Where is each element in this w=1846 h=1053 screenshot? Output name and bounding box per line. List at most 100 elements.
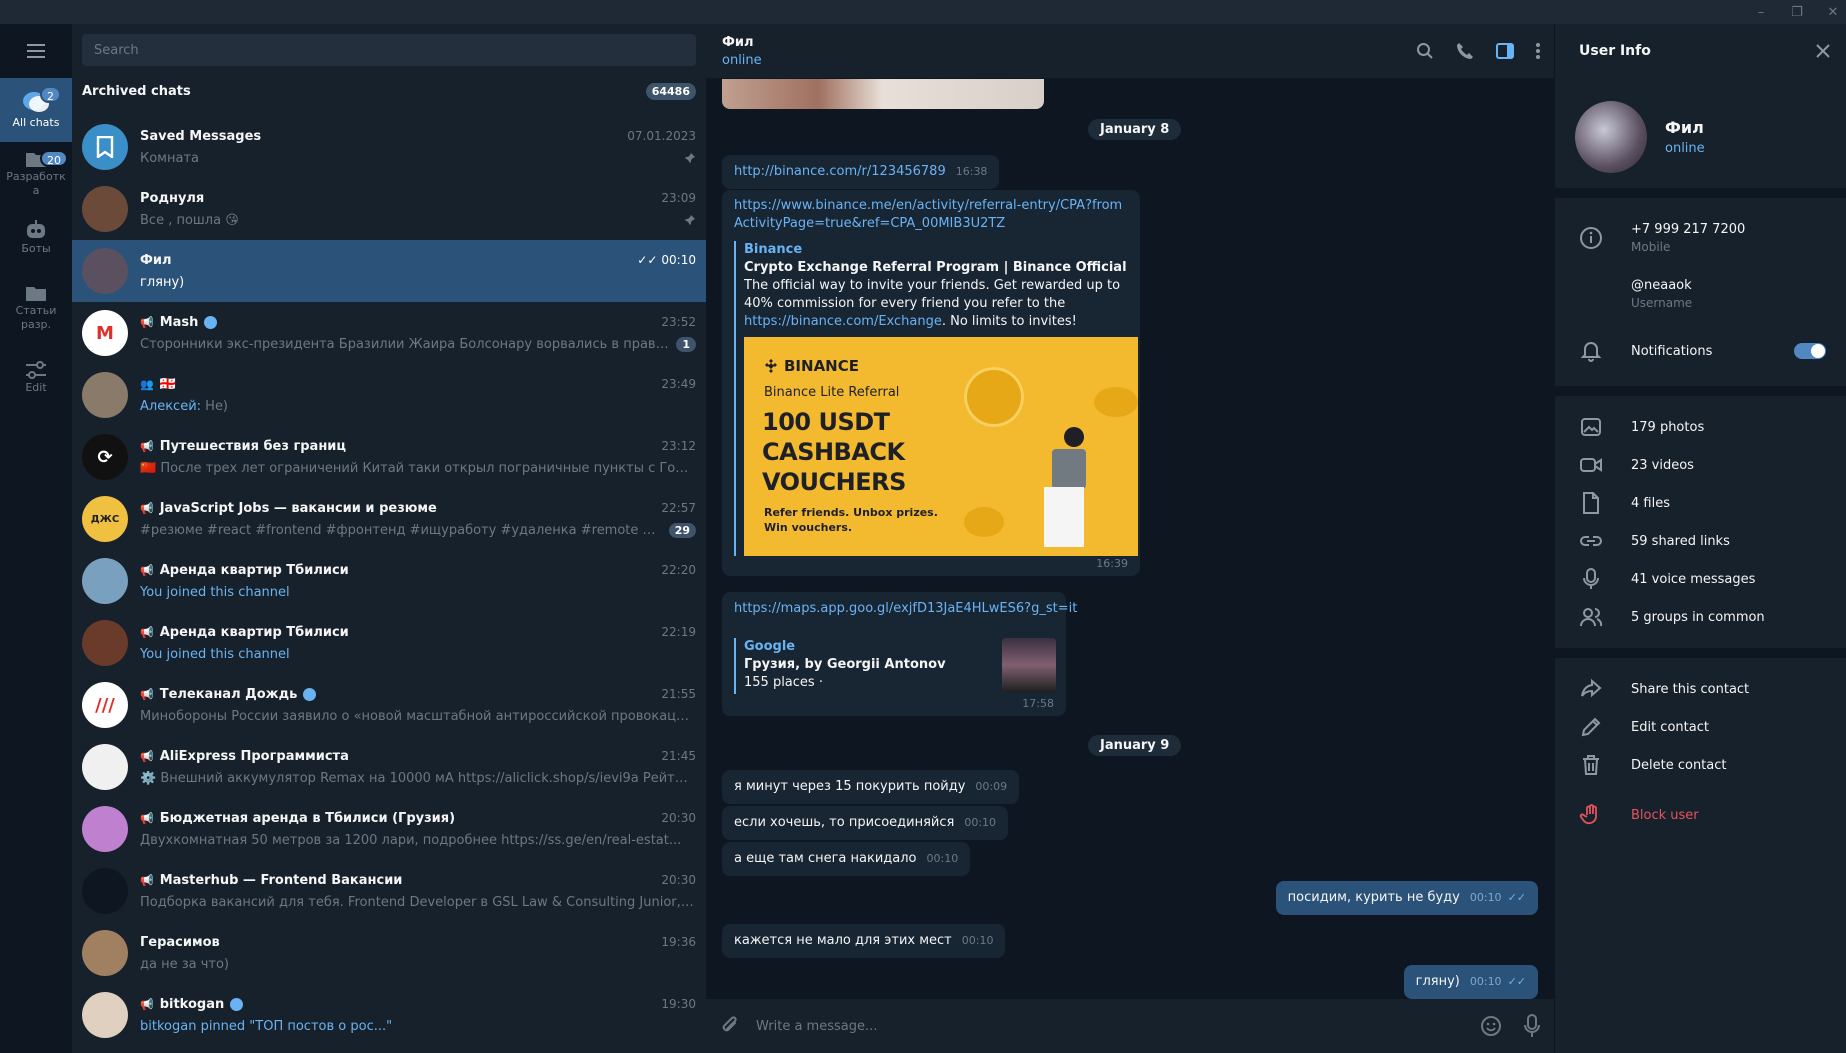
chat-row-text: 📢 Аренда квартир Тбилиси 22:19 You joined t… xyxy=(140,621,696,665)
chat-row[interactable]: ⟳ 📢 Путешествия без границ 23:12 🇨🇳 После тр… xyxy=(72,426,706,488)
emoji-icon[interactable] xyxy=(1480,1015,1502,1037)
message-text: а еще там снега накидало xyxy=(734,851,917,866)
photo-message-tail[interactable] xyxy=(722,79,1044,109)
message-bubble[interactable]: я минут через 15 покурить пойду 00:09 xyxy=(722,770,1020,804)
contact-action-row-label: Edit contact xyxy=(1631,719,1709,735)
chat-row[interactable]: 📢 Masterhub — Frontend Вакансии 20:30 Подбо… xyxy=(72,860,706,922)
phone-number: +7 999 217 7200 xyxy=(1631,222,1746,237)
chat-row-text: 📢 JavaScript Jobs — вакансии и резюме 22:5… xyxy=(140,497,696,541)
chat-row[interactable]: 👥 🇬🇪 23:49 Алексей: Не) xyxy=(72,364,706,426)
archived-chats-row[interactable]: Archived chats 64486 xyxy=(72,66,706,116)
chat-time: 22:19 xyxy=(661,625,696,639)
shared-media-row[interactable]: 5 groups in common xyxy=(1555,598,1846,636)
message-bubble[interactable]: а еще там снега накидало 00:10 xyxy=(722,842,971,876)
search-input[interactable] xyxy=(94,42,696,58)
minimize-button[interactable]: – xyxy=(1754,5,1768,20)
chat-row[interactable]: Фил ✓✓ 00:10 гляну) xyxy=(72,240,706,302)
close-window-button[interactable]: ✕ xyxy=(1826,5,1840,20)
chat-preview: гляну) xyxy=(140,274,185,290)
date-separator: January 8 xyxy=(1088,119,1182,140)
notifications-row[interactable]: Notifications xyxy=(1555,322,1846,380)
folder-edit[interactable]: Edit xyxy=(0,346,72,410)
folder-bots[interactable]: Боты xyxy=(0,206,72,270)
folder-badge: 20 xyxy=(40,150,68,167)
chat-row-text: 📢 Бюджетная аренда в Тбилиси (Грузия) 20:3… xyxy=(140,807,696,851)
chat-row-text: 📢 Телеканал Дождь 21:55 Минобороны России з… xyxy=(140,683,696,727)
folder-badge: 2 xyxy=(40,86,61,103)
close-icon[interactable] xyxy=(1816,44,1830,58)
sidebar-toggle-icon[interactable] xyxy=(1496,43,1514,59)
chat-preview: 🇨🇳 После трех лет ограничений Китай таки… xyxy=(140,460,696,476)
message-bubble-map-preview[interactable]: https://maps.app.goo.gl/exjfD13JaE4HLwES… xyxy=(722,592,1077,716)
folder-icon xyxy=(26,287,46,301)
video-icon xyxy=(1580,458,1602,472)
shared-media-row[interactable]: 59 shared links xyxy=(1555,522,1846,560)
contact-action-row[interactable]: Edit contact xyxy=(1555,708,1846,746)
message-bubble[interactable]: если хочешь, то присоединяйся 00:10 xyxy=(722,806,1009,840)
chat-row[interactable]: Saved Messages 07.01.2023 Комната xyxy=(72,116,706,178)
chat-row[interactable]: /// 📢 Телеканал Дождь 21:55 Минобороны Росси… xyxy=(72,674,706,736)
avatar[interactable] xyxy=(1575,101,1647,173)
chat-row[interactable]: ДЖС 📢 JavaScript Jobs — вакансии и резюме 2… xyxy=(72,488,706,550)
message-bubble-link-preview[interactable]: https://www.binance.me/en/activity/refer… xyxy=(722,190,1140,576)
shared-media-row[interactable]: 179 photos xyxy=(1555,408,1846,446)
message-bubble-outgoing[interactable]: гляну) 00:10 ✓✓ xyxy=(1403,965,1538,999)
phone-icon[interactable] xyxy=(1456,42,1474,60)
search-box[interactable] xyxy=(82,34,696,66)
shared-media-row[interactable]: 41 voice messages xyxy=(1555,560,1846,598)
chat-row[interactable]: 📢 bitkogan 19:30 bitkogan pinned "ТОП посто… xyxy=(72,984,706,1046)
folder-dev[interactable]: 20 Разработк а xyxy=(0,142,72,206)
block-user-row[interactable]: Block user xyxy=(1555,792,1846,838)
folder-all-chats[interactable]: 2 All chats xyxy=(0,78,72,142)
link-preview[interactable]: Google Грузия, by Georgii Antonov 155 pl… xyxy=(734,638,1056,694)
link-preview[interactable]: Binance Crypto Exchange Referral Program… xyxy=(734,241,1138,556)
message-link[interactable]: https://www.binance.me/en/activity/refer… xyxy=(734,197,1130,233)
verified-icon xyxy=(204,315,218,329)
notifications-toggle[interactable] xyxy=(1794,343,1826,359)
more-vertical-icon[interactable] xyxy=(1536,43,1540,59)
preview-banner[interactable]: BINANCE Binance Lite Referral 100 USDT C… xyxy=(744,337,1138,556)
mic-icon[interactable] xyxy=(1524,1014,1540,1038)
contact-action-row[interactable]: Delete contact xyxy=(1555,746,1846,784)
chat-name: 📢 Аренда квартир Тбилиси xyxy=(140,562,349,578)
chat-time: 21:55 xyxy=(661,687,696,701)
message-input[interactable] xyxy=(756,1018,1480,1034)
chat-row[interactable]: 📢 AliExpress Программиста 21:45 ⚙️ Внешний … xyxy=(72,736,706,798)
search-icon[interactable] xyxy=(1416,42,1434,60)
phone-row[interactable]: +7 999 217 7200 Mobile xyxy=(1555,210,1846,266)
chat-row[interactable]: Роднуля 23:09 Все , пошла 😘 xyxy=(72,178,706,240)
message-bubble[interactable]: http://binance.com/r/123456789 16:38 xyxy=(722,155,1000,189)
photo-icon xyxy=(1581,418,1601,436)
contact-action-row-label: Share this contact xyxy=(1631,681,1750,697)
chat-panel: Фил online January 8 http://binance.com/… xyxy=(706,24,1554,1053)
chat-row[interactable]: 📢 Бюджетная аренда в Тбилиси (Грузия) 20:3… xyxy=(72,798,706,860)
avatar: M xyxy=(82,310,128,356)
chat-row[interactable]: Герасимов 19:36 да не за что) xyxy=(72,922,706,984)
message-bubble-outgoing[interactable]: посидим, курить не буду 00:10 ✓✓ xyxy=(1275,881,1538,915)
message-link[interactable]: http://binance.com/r/123456789 xyxy=(734,164,946,179)
folder-articles[interactable]: Статьи разр. xyxy=(0,270,72,346)
chat-row-text: 📢 Mash 23:52 Сторонники экс-президента Браз… xyxy=(140,311,696,355)
preview-desc-link[interactable]: https://binance.com/Exchange xyxy=(744,314,942,329)
chat-name: 👥 🇬🇪 xyxy=(140,376,176,392)
username-row[interactable]: @neaaok Username xyxy=(1555,266,1846,322)
maximize-button[interactable]: ❐ xyxy=(1790,5,1804,20)
message-bubble[interactable]: кажется не мало для этих мест 00:10 xyxy=(722,924,1006,958)
attach-icon[interactable] xyxy=(720,1015,740,1037)
preview-sender: Алексей: xyxy=(140,398,202,414)
chat-header[interactable]: Фил online xyxy=(706,24,1554,79)
messages-area[interactable]: January 8 http://binance.com/r/123456789… xyxy=(706,79,1554,999)
contact-action-row[interactable]: Share this contact xyxy=(1555,670,1846,708)
chat-row[interactable]: 📢 Аренда квартир Тбилиси 22:20 You joined t… xyxy=(72,550,706,612)
chat-row[interactable]: M 📢 Mash 23:52 Сторонники экс-президента Бра… xyxy=(72,302,706,364)
chat-status: online xyxy=(722,52,762,68)
shared-media-row[interactable]: 23 videos xyxy=(1555,446,1846,484)
preview-title: Crypto Exchange Referral Program | Binan… xyxy=(744,260,1127,275)
chat-preview: ⚙️ Внешний аккумулятор Remax на 10000 мА… xyxy=(140,770,696,786)
read-receipt-icon: ✓✓ xyxy=(1507,975,1526,988)
shared-media-row[interactable]: 4 files xyxy=(1555,484,1846,522)
chat-row[interactable]: 📢 Аренда квартир Тбилиси 22:19 You joined t… xyxy=(72,612,706,674)
main-menu-button[interactable] xyxy=(0,24,72,78)
message-link[interactable]: https://maps.app.goo.gl/exjfD13JaE4HLwES… xyxy=(734,600,1077,618)
phone-label: Mobile xyxy=(1631,240,1671,254)
